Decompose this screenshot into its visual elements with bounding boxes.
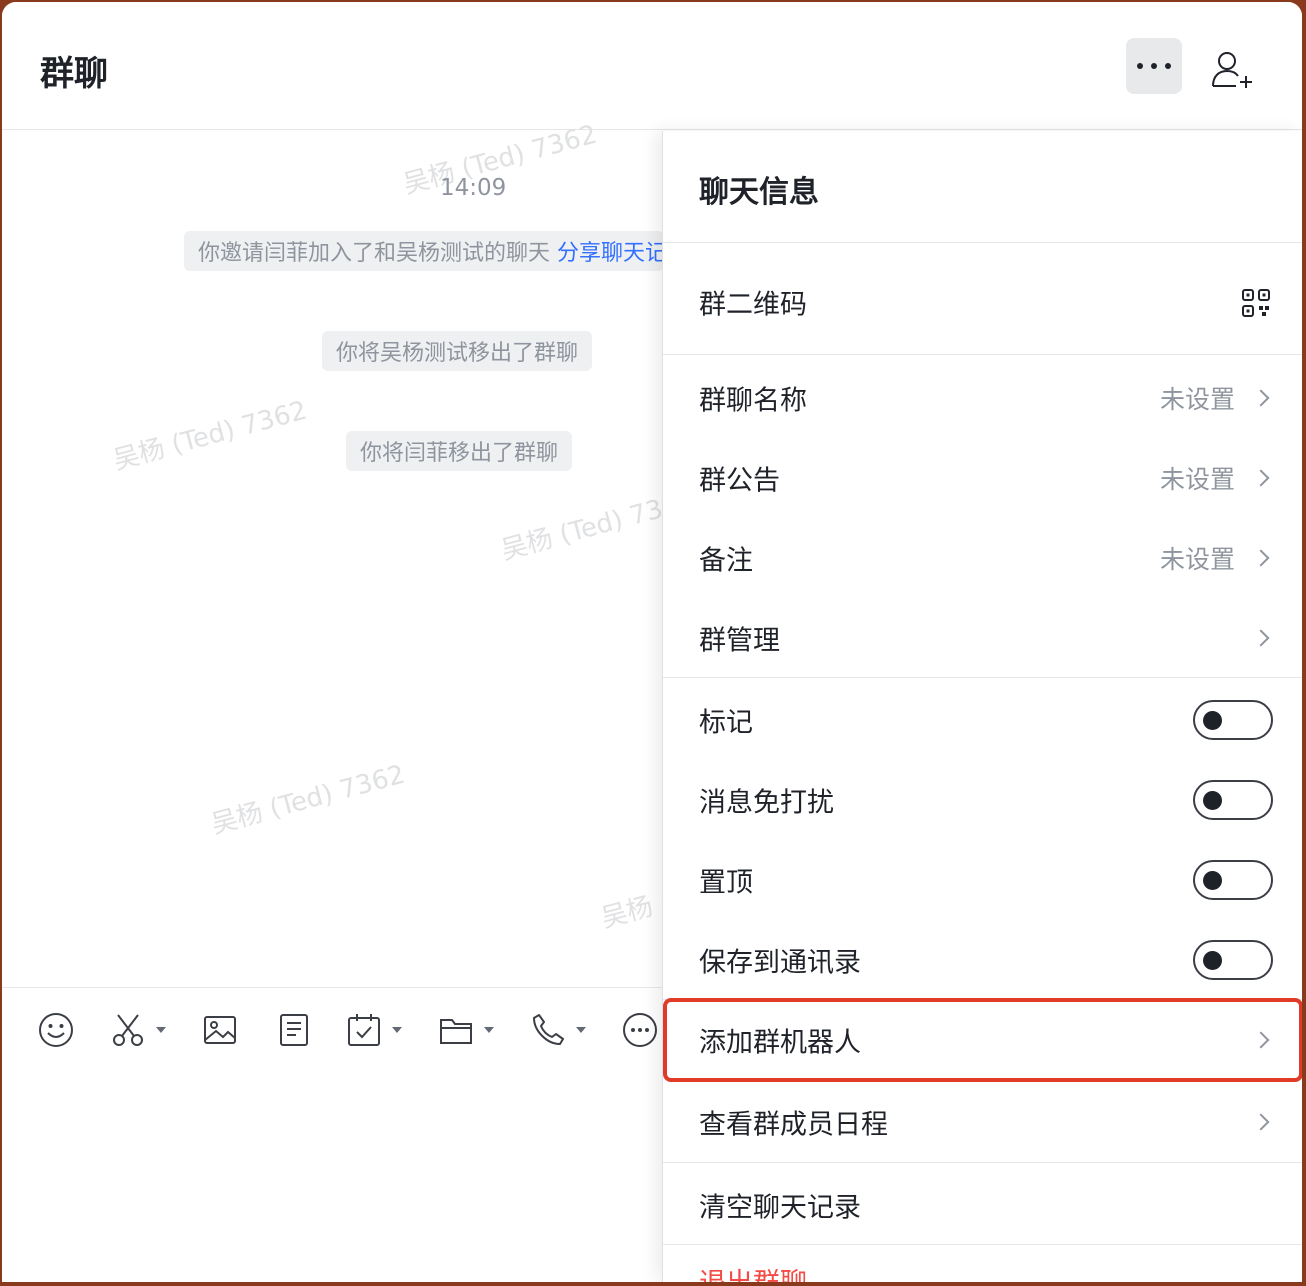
save-to-contacts-row: 保存到通讯录 (663, 920, 1302, 1000)
image-button[interactable] (202, 1010, 238, 1050)
divider (663, 677, 1302, 678)
mark-row: 标记 (663, 680, 1302, 760)
chevron-down-icon[interactable] (484, 1027, 494, 1033)
calendar-check-icon (348, 1014, 380, 1046)
group-announcement-row[interactable]: 群公告 未设置 (663, 438, 1302, 518)
folder-icon (440, 1019, 472, 1044)
add-member-button[interactable] (1204, 42, 1260, 98)
phone-icon (533, 1014, 564, 1045)
divider (663, 1244, 1302, 1245)
row-label: 群公告 (699, 465, 780, 497)
row-label: 群二维码 (699, 289, 807, 321)
screenshot-button[interactable] (110, 1010, 166, 1050)
qr-code-icon (1242, 289, 1270, 317)
chevron-right-icon (1252, 1113, 1270, 1131)
row-label: 消息免打扰 (699, 787, 834, 819)
row-label: 添加群机器人 (699, 1027, 861, 1059)
more-circle-icon (623, 1013, 657, 1047)
chevron-down-icon[interactable] (392, 1027, 402, 1033)
mute-notifications-row: 消息免打扰 (663, 760, 1302, 840)
row-value: 未设置 (1159, 465, 1235, 494)
mark-toggle[interactable] (1193, 700, 1273, 740)
save-contacts-toggle[interactable] (1193, 940, 1273, 980)
remark-row[interactable]: 备注 未设置 (663, 518, 1302, 598)
chevron-right-icon (1252, 469, 1270, 487)
row-label: 查看群成员日程 (699, 1109, 888, 1141)
group-name-row[interactable]: 群聊名称 未设置 (663, 358, 1302, 438)
pin-to-top-row: 置顶 (663, 840, 1302, 920)
ellipsis-icon (1137, 63, 1171, 69)
row-label: 标记 (699, 707, 753, 739)
emoji-icon (39, 1013, 73, 1047)
system-message-invite: 你邀请闫菲加入了和吴杨测试的聊天 分享聊天记录 (184, 231, 664, 271)
panel-title: 聊天信息 (699, 175, 819, 210)
chat-title: 群聊 (40, 54, 108, 94)
chevron-right-icon (1252, 1031, 1270, 1049)
chevron-down-icon[interactable] (576, 1027, 586, 1033)
invite-text: 你邀请闫菲加入了和吴杨测试的聊天 (198, 241, 557, 266)
share-history-link[interactable]: 分享聊天记录 (557, 241, 664, 266)
row-value: 未设置 (1159, 385, 1235, 414)
chat-info-panel: 聊天信息 群二维码 群聊名称 未设置 群公告 未设置 备注 未设置 群管理 标记… (662, 131, 1302, 1282)
chat-header: 群聊 (2, 2, 1302, 130)
add-group-bot-row[interactable]: 添加群机器人 (663, 1000, 1302, 1080)
toggle-knob (1203, 871, 1222, 890)
divider (663, 1162, 1302, 1163)
system-message-removed: 你将闫菲移出了群聊 (346, 431, 573, 471)
toggle-knob (1203, 791, 1222, 810)
group-qr-code-row[interactable]: 群二维码 (663, 262, 1302, 342)
row-value: 未设置 (1159, 545, 1235, 574)
chevron-right-icon (1252, 629, 1270, 647)
image-icon (204, 1016, 236, 1044)
app-window: 群聊 吴杨 (Ted) 7362 吴杨 (Ted) 7362 吴杨 (Ted) … (2, 2, 1302, 1282)
row-label: 群聊名称 (699, 385, 807, 417)
row-label: 清空聊天记录 (699, 1192, 861, 1224)
scissors-icon (113, 1014, 143, 1046)
row-label: 退出群聊 (699, 1261, 807, 1282)
toggle-knob (1203, 711, 1222, 730)
document-button[interactable] (276, 1010, 312, 1050)
chevron-right-icon (1252, 549, 1270, 567)
task-button[interactable] (346, 1010, 402, 1050)
row-label: 备注 (699, 545, 753, 577)
group-management-row[interactable]: 群管理 (663, 598, 1302, 678)
clear-history-row[interactable]: 清空聊天记录 (663, 1165, 1302, 1245)
row-label: 群管理 (699, 625, 780, 657)
leave-group-row[interactable]: 退出群聊 (663, 1249, 1302, 1282)
emoji-button[interactable] (38, 1010, 74, 1050)
document-icon (280, 1014, 308, 1046)
chevron-down-icon[interactable] (156, 1027, 166, 1033)
divider (663, 242, 1302, 243)
folder-button[interactable] (438, 1010, 494, 1050)
input-toolbar (2, 987, 662, 1077)
watermark: 吴杨 (Ted) 7362 (110, 395, 311, 477)
chat-area: 吴杨 (Ted) 7362 吴杨 (Ted) 7362 吴杨 (Ted) 736… (2, 120, 798, 987)
chevron-right-icon (1252, 389, 1270, 407)
system-message-removed: 你将吴杨测试移出了群聊 (322, 331, 593, 371)
call-button[interactable] (530, 1010, 586, 1050)
watermark: 吴杨 (Ted) 7362 (208, 759, 409, 841)
row-label: 保存到通讯录 (699, 947, 861, 979)
row-label: 置顶 (699, 867, 753, 899)
pin-toggle[interactable] (1193, 860, 1273, 900)
more-options-button[interactable] (1126, 38, 1182, 94)
message-timestamp: 14:09 (440, 175, 507, 201)
more-tools-button[interactable] (622, 1010, 658, 1050)
toggle-knob (1203, 951, 1222, 970)
divider (663, 354, 1302, 355)
view-member-schedule-row[interactable]: 查看群成员日程 (663, 1082, 1302, 1162)
add-user-icon (1212, 52, 1252, 88)
mute-toggle[interactable] (1193, 780, 1273, 820)
